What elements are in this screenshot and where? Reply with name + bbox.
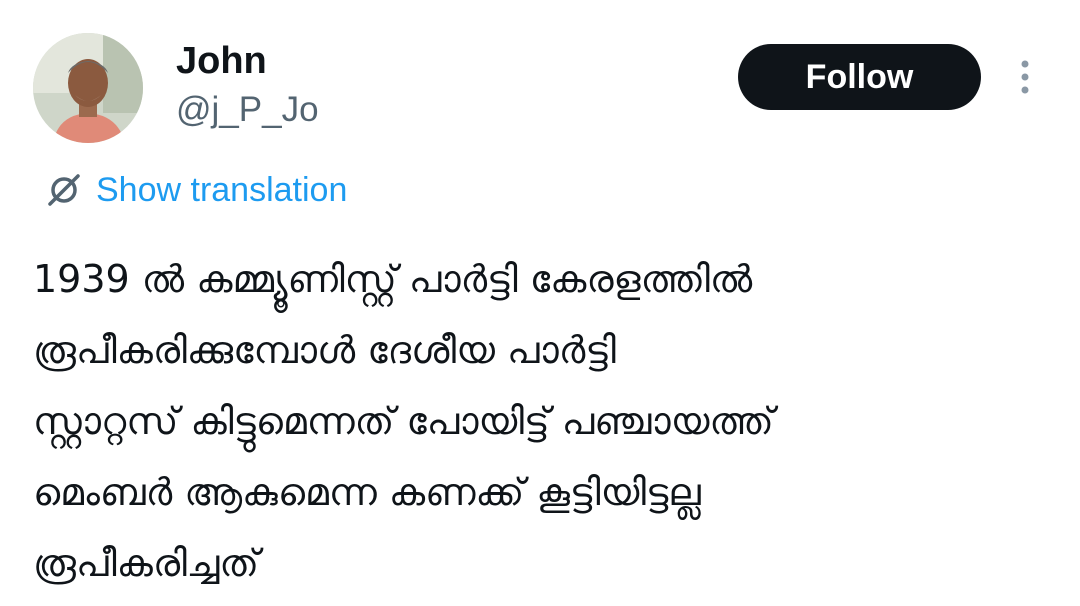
user-handle[interactable]: @j_P_Jo [176,88,319,132]
show-translation-label: Show translation [96,170,348,209]
follow-button[interactable]: Follow [738,44,981,110]
more-vertical-icon[interactable] [1014,58,1036,98]
display-name[interactable]: John [176,38,267,84]
show-translation-link[interactable]: Show translation [44,168,347,212]
avatar[interactable] [33,33,143,143]
profile-photo-icon [33,33,143,143]
tweet-text-line: സ്റ്റാറ്റസ് കിട്ടുമെന്നത് പോയിട്ട് പഞ്ചാ… [33,399,774,443]
tweet-text-line: 1939 ൽ കമ്മ്യൂണിസ്റ്റ് പാർട്ടി കേരളത്തിൽ [33,257,753,301]
tweet-text-line: മെംബർ ആകുമെന്ന കണക്ക് കൂട്ടിയിട്ടല്ല [33,470,701,514]
tweet-text-line: രൂപീകരിക്കുമ്പോൾ ദേശീയ പാർട്ടി [33,328,616,372]
translate-icon [44,170,84,210]
tweet-text-line: രൂപീകരിച്ചത് [33,541,260,585]
tweet-text: 1939 ൽ കമ്മ്യൂണിസ്റ്റ് പാർട്ടി കേരളത്തിൽ… [33,244,1043,599]
